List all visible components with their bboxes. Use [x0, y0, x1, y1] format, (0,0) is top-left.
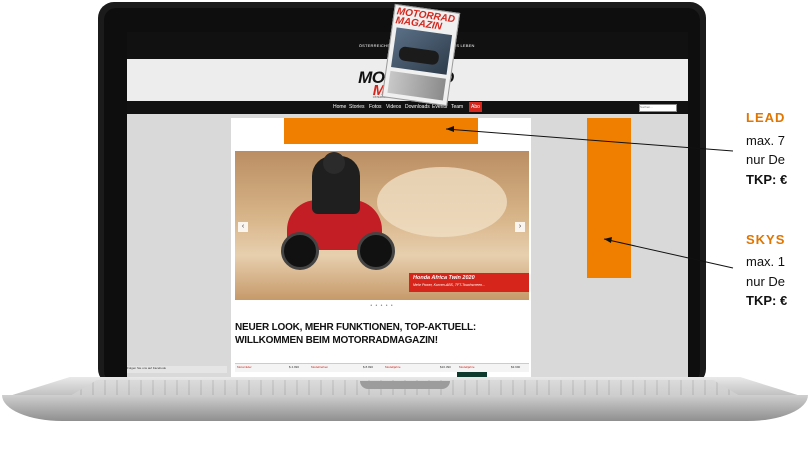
leaderboard-label-line2: nur De: [746, 152, 786, 167]
leaderboard-label-tkp: TKP: €: [746, 172, 788, 187]
skyscraper-label-line2: nur De: [746, 274, 786, 289]
skyscraper-pointer-arrow-icon: [604, 237, 612, 243]
leaderboard-pointer-line: [445, 128, 734, 152]
leaderboard-label-title: LEAD: [746, 110, 786, 125]
skyscraper-pointer-line: [603, 238, 734, 269]
leaderboard-label-line1: max. 7: [746, 133, 786, 148]
skyscraper-label-title: SKYS: [746, 232, 786, 247]
leaderboard-pointer-arrow-icon: [446, 126, 454, 132]
skyscraper-label-tkp: TKP: €: [746, 293, 788, 308]
pointer-lines: [445, 126, 734, 269]
skyscraper-label-line1: max. 1: [746, 254, 786, 269]
